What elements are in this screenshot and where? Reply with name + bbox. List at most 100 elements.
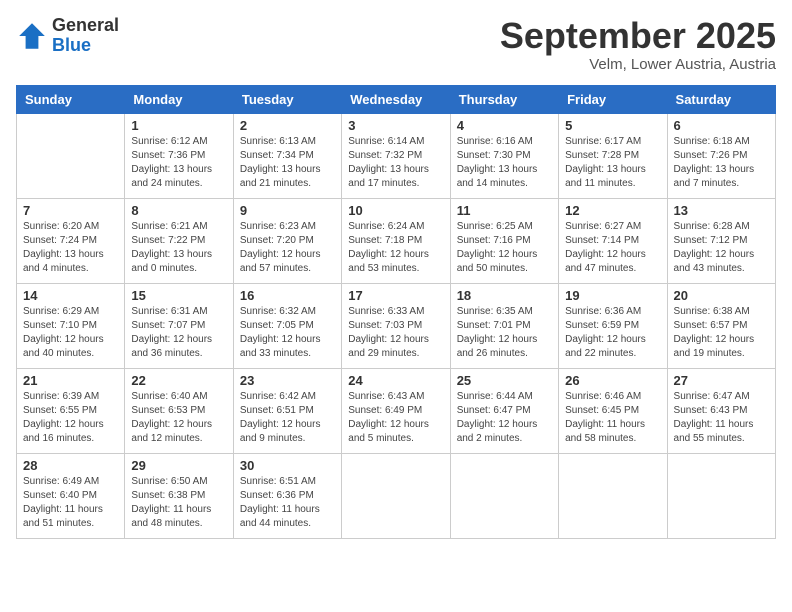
day-number: 11	[457, 203, 552, 218]
day-number: 14	[23, 288, 118, 303]
column-header-saturday: Saturday	[667, 85, 775, 113]
day-cell	[559, 453, 667, 538]
day-info: Sunrise: 6:17 AM Sunset: 7:28 PM Dayligh…	[565, 135, 660, 191]
day-cell	[450, 453, 558, 538]
logo-blue-text: Blue	[52, 36, 119, 56]
day-cell: 20 Sunrise: 6:38 AM Sunset: 6:57 PM Dayli…	[667, 283, 775, 368]
day-number: 9	[240, 203, 335, 218]
day-cell: 23 Sunrise: 6:42 AM Sunset: 6:51 PM Dayli…	[233, 368, 341, 453]
day-number: 20	[674, 288, 769, 303]
day-number: 10	[348, 203, 443, 218]
logo-icon	[16, 20, 48, 52]
day-info: Sunrise: 6:47 AM Sunset: 6:43 PM Dayligh…	[674, 390, 769, 446]
day-info: Sunrise: 6:43 AM Sunset: 6:49 PM Dayligh…	[348, 390, 443, 446]
day-info: Sunrise: 6:38 AM Sunset: 6:57 PM Dayligh…	[674, 305, 769, 361]
page-header: General Blue September 2025 Velm, Lower …	[16, 16, 776, 73]
location-subtitle: Velm, Lower Austria, Austria	[500, 56, 776, 73]
day-cell: 14 Sunrise: 6:29 AM Sunset: 7:10 PM Dayli…	[17, 283, 125, 368]
day-number: 29	[131, 458, 226, 473]
column-header-wednesday: Wednesday	[342, 85, 450, 113]
day-cell: 11 Sunrise: 6:25 AM Sunset: 7:16 PM Dayli…	[450, 198, 558, 283]
day-number: 28	[23, 458, 118, 473]
day-info: Sunrise: 6:51 AM Sunset: 6:36 PM Dayligh…	[240, 475, 335, 531]
week-row-1: 1 Sunrise: 6:12 AM Sunset: 7:36 PM Daylig…	[17, 113, 776, 198]
day-info: Sunrise: 6:49 AM Sunset: 6:40 PM Dayligh…	[23, 475, 118, 531]
day-cell: 30 Sunrise: 6:51 AM Sunset: 6:36 PM Dayli…	[233, 453, 341, 538]
day-info: Sunrise: 6:25 AM Sunset: 7:16 PM Dayligh…	[457, 220, 552, 276]
day-info: Sunrise: 6:12 AM Sunset: 7:36 PM Dayligh…	[131, 135, 226, 191]
day-cell: 9 Sunrise: 6:23 AM Sunset: 7:20 PM Daylig…	[233, 198, 341, 283]
day-info: Sunrise: 6:42 AM Sunset: 6:51 PM Dayligh…	[240, 390, 335, 446]
day-cell: 8 Sunrise: 6:21 AM Sunset: 7:22 PM Daylig…	[125, 198, 233, 283]
day-info: Sunrise: 6:27 AM Sunset: 7:14 PM Dayligh…	[565, 220, 660, 276]
day-number: 13	[674, 203, 769, 218]
day-cell: 16Sunrise: 6:32 AM Sunset: 7:05 PM Dayli…	[233, 283, 341, 368]
calendar-header-row: SundayMondayTuesdayWednesdayThursdayFrid…	[17, 85, 776, 113]
day-number: 2	[240, 118, 335, 133]
day-cell: 12 Sunrise: 6:27 AM Sunset: 7:14 PM Dayli…	[559, 198, 667, 283]
day-number: 8	[131, 203, 226, 218]
day-info: Sunrise: 6:28 AM Sunset: 7:12 PM Dayligh…	[674, 220, 769, 276]
day-number: 4	[457, 118, 552, 133]
day-cell: 28 Sunrise: 6:49 AM Sunset: 6:40 PM Dayli…	[17, 453, 125, 538]
column-header-friday: Friday	[559, 85, 667, 113]
day-number: 7	[23, 203, 118, 218]
day-number: 15	[131, 288, 226, 303]
day-info: Sunrise: 6:31 AM Sunset: 7:07 PM Dayligh…	[131, 305, 226, 361]
week-row-3: 14 Sunrise: 6:29 AM Sunset: 7:10 PM Dayli…	[17, 283, 776, 368]
day-info: Sunrise: 6:39 AM Sunset: 6:55 PM Dayligh…	[23, 390, 118, 446]
day-number: 27	[674, 373, 769, 388]
title-block: September 2025 Velm, Lower Austria, Aust…	[500, 16, 776, 73]
column-header-monday: Monday	[125, 85, 233, 113]
day-cell: 29Sunrise: 6:50 AM Sunset: 6:38 PM Dayli…	[125, 453, 233, 538]
column-header-tuesday: Tuesday	[233, 85, 341, 113]
day-number: 16	[240, 288, 335, 303]
day-cell: 24Sunrise: 6:43 AM Sunset: 6:49 PM Dayli…	[342, 368, 450, 453]
day-cell: 4 Sunrise: 6:16 AM Sunset: 7:30 PM Daylig…	[450, 113, 558, 198]
day-cell	[667, 453, 775, 538]
day-info: Sunrise: 6:21 AM Sunset: 7:22 PM Dayligh…	[131, 220, 226, 276]
week-row-5: 28 Sunrise: 6:49 AM Sunset: 6:40 PM Dayli…	[17, 453, 776, 538]
day-number: 25	[457, 373, 552, 388]
day-number: 30	[240, 458, 335, 473]
day-cell: 6Sunrise: 6:18 AM Sunset: 7:26 PM Daylig…	[667, 113, 775, 198]
day-info: Sunrise: 6:16 AM Sunset: 7:30 PM Dayligh…	[457, 135, 552, 191]
day-cell: 21 Sunrise: 6:39 AM Sunset: 6:55 PM Dayli…	[17, 368, 125, 453]
day-info: Sunrise: 6:36 AM Sunset: 6:59 PM Dayligh…	[565, 305, 660, 361]
day-cell	[342, 453, 450, 538]
day-info: Sunrise: 6:44 AM Sunset: 6:47 PM Dayligh…	[457, 390, 552, 446]
day-cell: 10 Sunrise: 6:24 AM Sunset: 7:18 PM Dayli…	[342, 198, 450, 283]
day-info: Sunrise: 6:14 AM Sunset: 7:32 PM Dayligh…	[348, 135, 443, 191]
column-header-sunday: Sunday	[17, 85, 125, 113]
calendar-table: SundayMondayTuesdayWednesdayThursdayFrid…	[16, 85, 776, 539]
day-info: Sunrise: 6:23 AM Sunset: 7:20 PM Dayligh…	[240, 220, 335, 276]
month-title: September 2025	[500, 16, 776, 56]
day-number: 1	[131, 118, 226, 133]
day-number: 21	[23, 373, 118, 388]
logo: General Blue	[16, 16, 119, 56]
day-info: Sunrise: 6:46 AM Sunset: 6:45 PM Dayligh…	[565, 390, 660, 446]
day-info: Sunrise: 6:13 AM Sunset: 7:34 PM Dayligh…	[240, 135, 335, 191]
day-cell	[17, 113, 125, 198]
day-number: 18	[457, 288, 552, 303]
day-cell: 27 Sunrise: 6:47 AM Sunset: 6:43 PM Dayli…	[667, 368, 775, 453]
day-cell: 1 Sunrise: 6:12 AM Sunset: 7:36 PM Daylig…	[125, 113, 233, 198]
day-number: 22	[131, 373, 226, 388]
day-info: Sunrise: 6:24 AM Sunset: 7:18 PM Dayligh…	[348, 220, 443, 276]
day-cell: 26Sunrise: 6:46 AM Sunset: 6:45 PM Dayli…	[559, 368, 667, 453]
day-cell: 18 Sunrise: 6:35 AM Sunset: 7:01 PM Dayli…	[450, 283, 558, 368]
day-info: Sunrise: 6:40 AM Sunset: 6:53 PM Dayligh…	[131, 390, 226, 446]
day-info: Sunrise: 6:29 AM Sunset: 7:10 PM Dayligh…	[23, 305, 118, 361]
week-row-4: 21 Sunrise: 6:39 AM Sunset: 6:55 PM Dayli…	[17, 368, 776, 453]
day-number: 17	[348, 288, 443, 303]
day-number: 23	[240, 373, 335, 388]
week-row-2: 7Sunrise: 6:20 AM Sunset: 7:24 PM Daylig…	[17, 198, 776, 283]
day-cell: 13 Sunrise: 6:28 AM Sunset: 7:12 PM Dayli…	[667, 198, 775, 283]
logo-general-text: General	[52, 16, 119, 36]
day-cell: 19Sunrise: 6:36 AM Sunset: 6:59 PM Dayli…	[559, 283, 667, 368]
day-cell: 3Sunrise: 6:14 AM Sunset: 7:32 PM Daylig…	[342, 113, 450, 198]
day-cell: 22 Sunrise: 6:40 AM Sunset: 6:53 PM Dayli…	[125, 368, 233, 453]
day-number: 12	[565, 203, 660, 218]
logo-text: General Blue	[52, 16, 119, 56]
day-info: Sunrise: 6:35 AM Sunset: 7:01 PM Dayligh…	[457, 305, 552, 361]
